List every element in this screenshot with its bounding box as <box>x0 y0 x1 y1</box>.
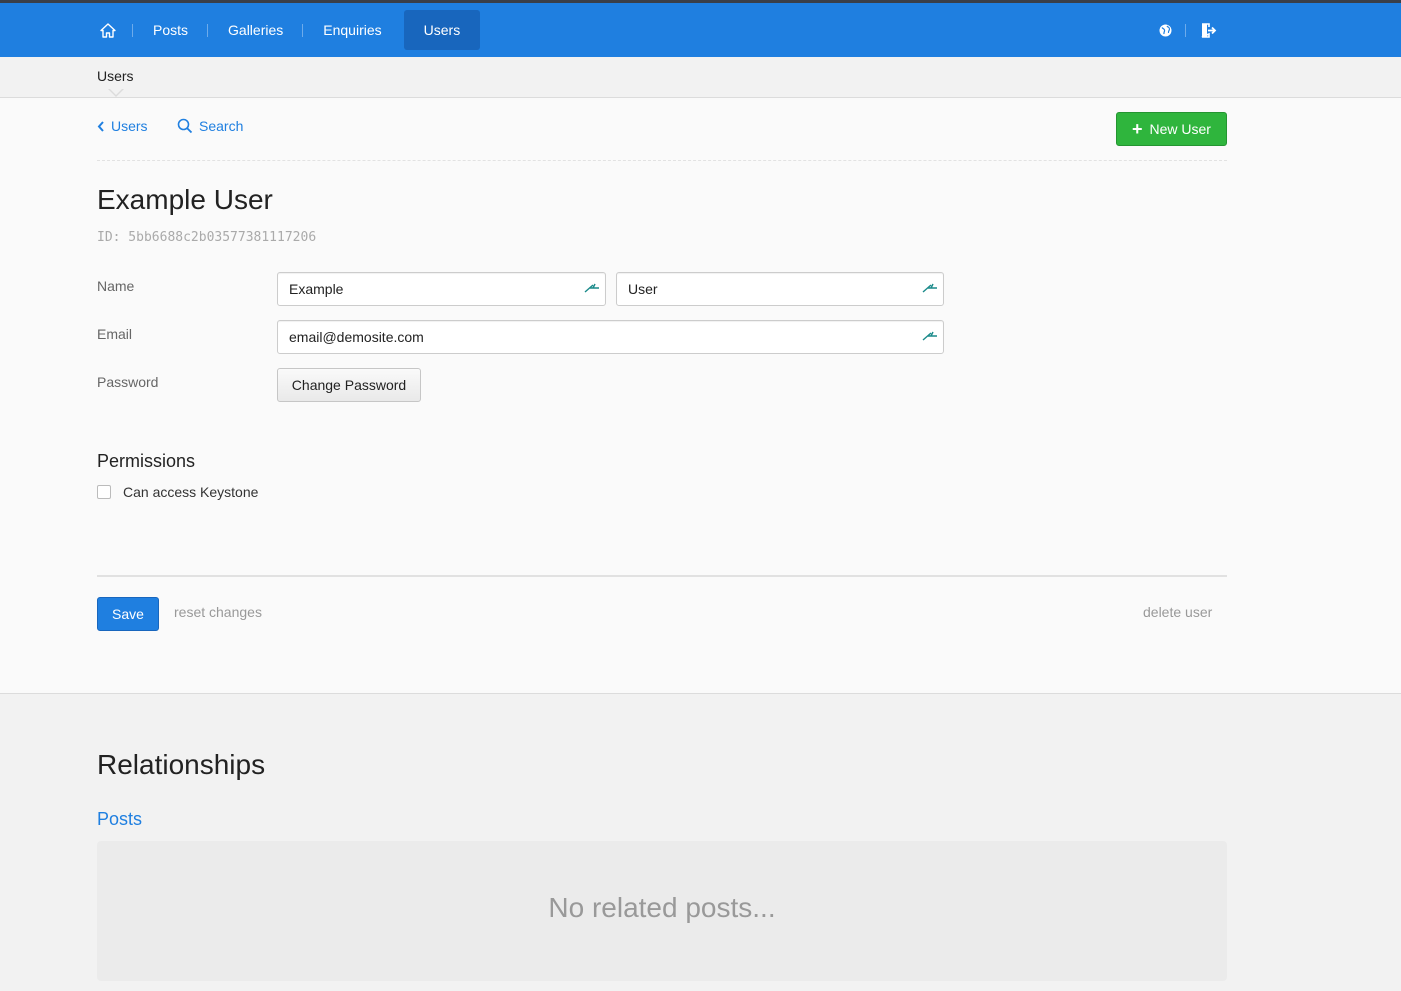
chevron-left-icon <box>97 120 104 132</box>
nav-users[interactable]: Users <box>403 10 481 50</box>
search-icon <box>177 118 193 134</box>
item-id: ID: 5bb6688c2b03577381117206 <box>97 230 317 245</box>
back-to-list-link[interactable]: Users <box>97 118 148 134</box>
page-title: Example User <box>97 184 273 215</box>
sign-out-icon <box>1201 22 1217 38</box>
breadcrumb: Users <box>0 57 1401 98</box>
breadcrumb-current[interactable]: Users <box>97 68 134 84</box>
nav-galleries[interactable]: Galleries <box>208 10 304 50</box>
back-link-label: Users <box>111 118 148 134</box>
plus-icon: + <box>1132 119 1143 139</box>
new-user-button[interactable]: + New User <box>1116 112 1227 146</box>
search-link[interactable]: Search <box>177 118 243 134</box>
item-toolbar: Users Search + New User <box>97 112 1227 161</box>
name-label: Name <box>97 278 135 294</box>
nav-galleries-label: Galleries <box>228 22 284 38</box>
autofill-key-icon <box>922 283 937 293</box>
related-posts-empty-message: No related posts... <box>548 892 776 923</box>
first-name-input[interactable] <box>277 272 606 306</box>
breadcrumb-caret-fill <box>109 88 123 95</box>
autofill-key-icon <box>584 283 599 293</box>
new-user-label: New User <box>1149 121 1211 137</box>
autofill-key-icon <box>922 331 937 341</box>
nav-users-label: Users <box>423 22 461 38</box>
related-posts-panel: No related posts... <box>97 841 1227 981</box>
can-access-keystone-label[interactable]: Can access Keystone <box>123 484 258 500</box>
email-field[interactable] <box>277 320 944 354</box>
nav-enquiries-label: Enquiries <box>323 22 382 38</box>
last-name-input[interactable] <box>616 272 944 306</box>
relationships-heading: Relationships <box>97 749 266 780</box>
change-password-button[interactable]: Change Password <box>277 368 421 402</box>
secondary-nav <box>1145 10 1231 50</box>
email-label: Email <box>97 326 133 342</box>
permissions-heading: Permissions <box>97 451 196 471</box>
delete-user-link[interactable]: delete user <box>1143 604 1212 620</box>
sign-out-button[interactable] <box>1186 10 1231 50</box>
primary-nav: Posts Galleries Enquiries Users <box>85 10 481 50</box>
footer-divider <box>97 575 1227 577</box>
search-link-label: Search <box>199 118 244 134</box>
nav-posts-label: Posts <box>153 22 189 38</box>
save-label: Save <box>112 606 144 622</box>
home-icon <box>100 22 116 38</box>
nav-enquiries[interactable]: Enquiries <box>303 10 401 50</box>
nav-home[interactable] <box>85 10 133 50</box>
related-posts-link[interactable]: Posts <box>97 809 142 830</box>
reset-changes-link[interactable]: reset changes <box>174 604 262 620</box>
can-access-keystone-checkbox[interactable] <box>97 485 111 499</box>
top-navbar: Posts Galleries Enquiries Users <box>0 0 1401 57</box>
change-password-label: Change Password <box>291 377 407 393</box>
open-site-button[interactable] <box>1145 10 1186 50</box>
password-label: Password <box>97 374 159 390</box>
nav-posts[interactable]: Posts <box>133 10 209 50</box>
globe-icon <box>1159 24 1172 36</box>
save-button[interactable]: Save <box>97 597 159 631</box>
